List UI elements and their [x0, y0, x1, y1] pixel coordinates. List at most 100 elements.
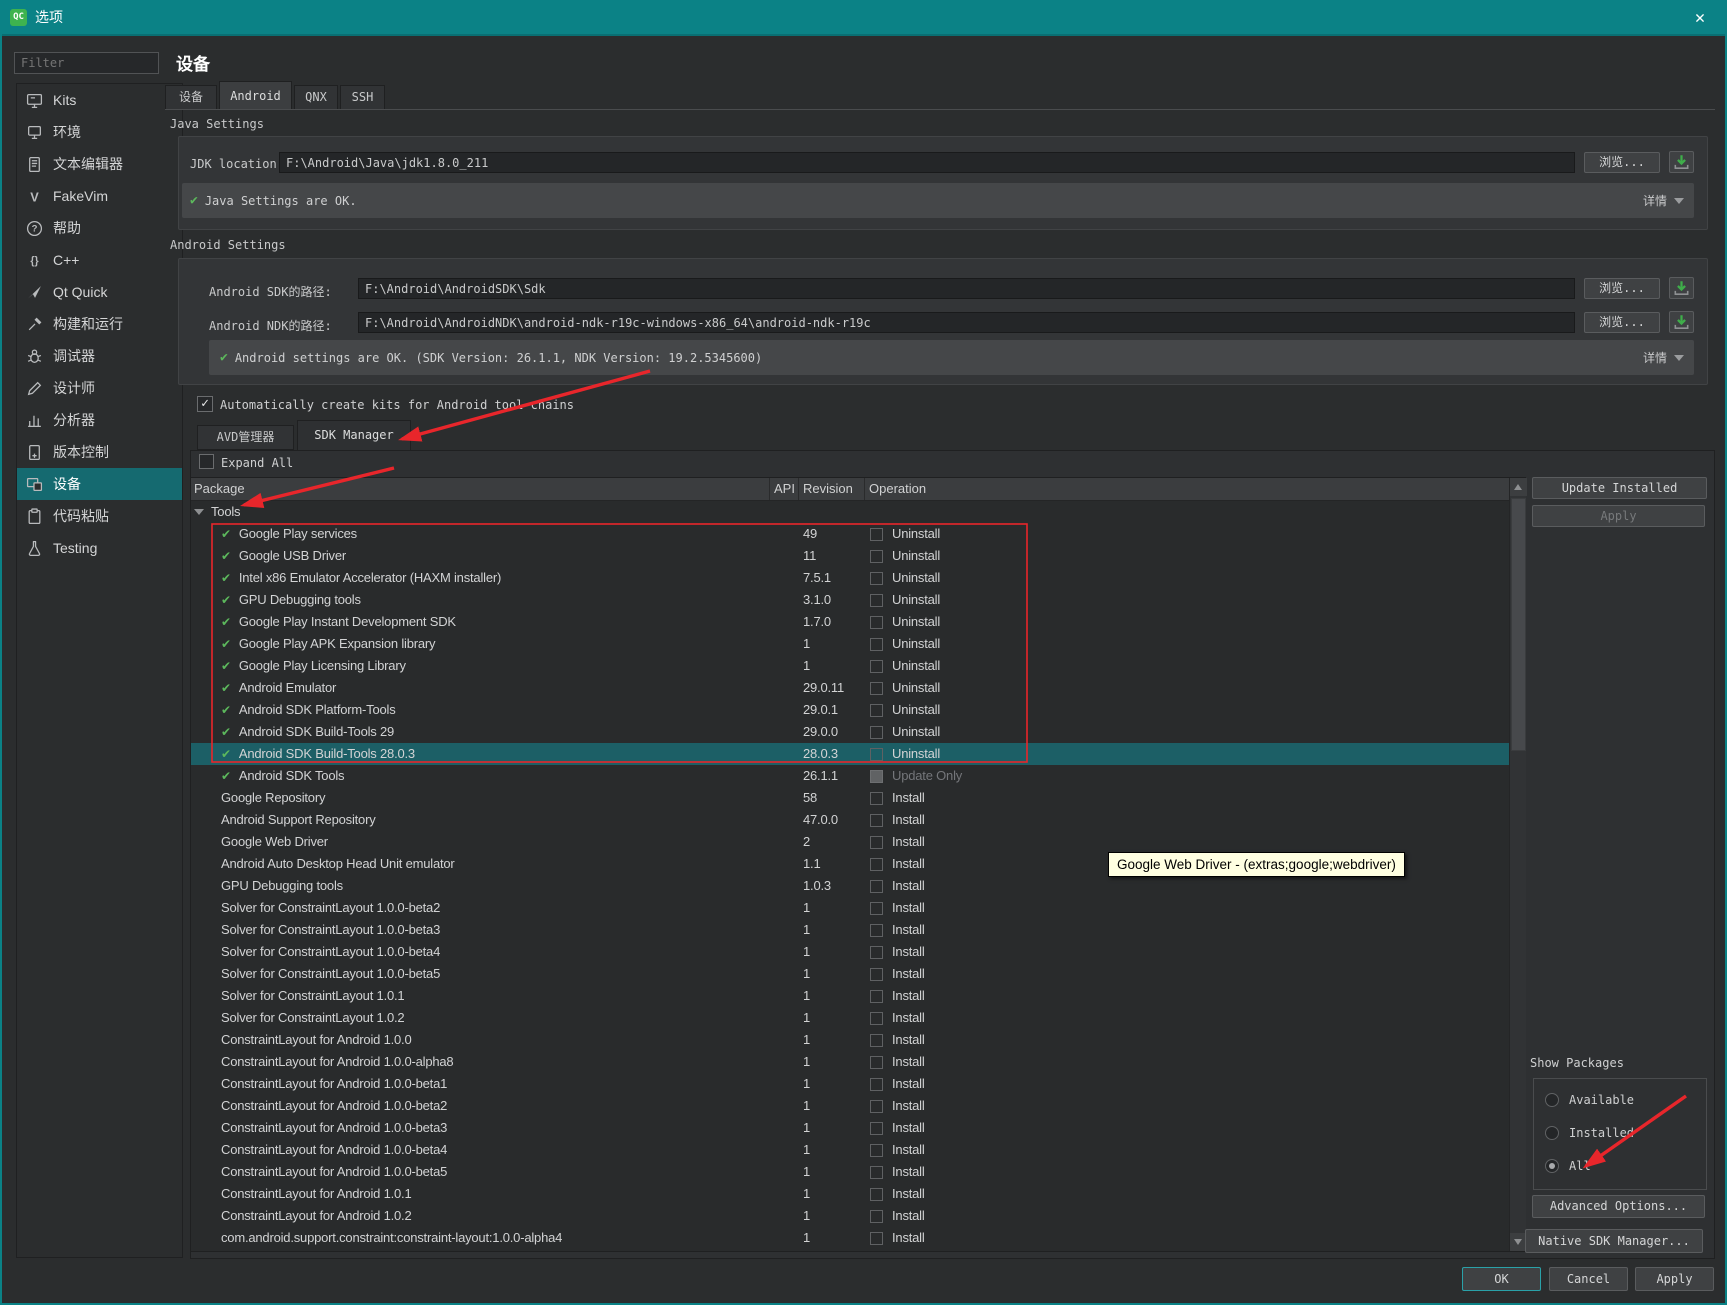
package-row[interactable]: ✔ Google USB Driver 11 Uninstall	[191, 545, 1509, 567]
sidebar-item-FakeVim[interactable]: V FakeVim	[17, 180, 182, 212]
package-row[interactable]: com.android.support.constraint:constrain…	[191, 1227, 1509, 1249]
package-row[interactable]: ✔ Android SDK Build-Tools 29 29.0.0 Unins…	[191, 721, 1509, 743]
sidebar-item-调试器[interactable]: 调试器	[17, 340, 182, 372]
package-row[interactable]: ✔ Android SDK Tools 26.1.1 Update Only	[191, 765, 1509, 787]
operation-checkbox[interactable]	[870, 791, 883, 805]
package-row[interactable]: ✔ GPU Debugging tools 3.1.0 Uninstall	[191, 589, 1509, 611]
operation-checkbox[interactable]	[870, 615, 883, 629]
package-row[interactable]: ConstraintLayout for Android 1.0.2 1 Ins…	[191, 1205, 1509, 1227]
package-row[interactable]: ✔ Google Play APK Expansion library 1 Uni…	[191, 633, 1509, 655]
java-details-dropdown[interactable]: 详情	[1643, 192, 1694, 209]
jdk-download-button[interactable]	[1669, 151, 1694, 173]
apply-packages-button[interactable]: Apply	[1532, 505, 1705, 527]
operation-checkbox[interactable]	[870, 923, 883, 937]
package-row[interactable]: Solver for ConstraintLayout 1.0.0-beta3 …	[191, 919, 1509, 941]
package-row[interactable]: ✔ Google Play Licensing Library 1 Uninsta…	[191, 655, 1509, 677]
expander-icon[interactable]	[194, 509, 204, 515]
operation-checkbox[interactable]	[870, 593, 883, 607]
package-row[interactable]: Android Support Repository 47.0.0 Instal…	[191, 809, 1509, 831]
operation-checkbox[interactable]	[870, 1143, 883, 1157]
radio-All[interactable]: All	[1545, 1159, 1591, 1173]
operation-checkbox[interactable]	[870, 1231, 883, 1245]
sidebar-item-设备[interactable]: 设备	[17, 468, 182, 500]
package-row[interactable]: ✔ Android SDK Platform-Tools 29.0.1 Unins…	[191, 699, 1509, 721]
sidebar-item-代码粘贴[interactable]: 代码粘贴	[17, 500, 182, 532]
operation-checkbox[interactable]	[870, 857, 883, 871]
package-row[interactable]: ConstraintLayout for Android 1.0.0-beta1…	[191, 1073, 1509, 1095]
package-row[interactable]: ConstraintLayout for Android 1.0.0-beta2…	[191, 1095, 1509, 1117]
operation-checkbox[interactable]	[870, 681, 883, 695]
package-row[interactable]: Solver for ConstraintLayout 1.0.0-beta2 …	[191, 897, 1509, 919]
package-row[interactable]: GPU Debugging tools 1.0.3 Install	[191, 875, 1509, 897]
jdk-location-input[interactable]	[279, 152, 1575, 173]
operation-checkbox[interactable]	[870, 1055, 883, 1069]
tree-group-row[interactable]: Tools	[191, 501, 1509, 523]
filter-input[interactable]	[14, 52, 159, 74]
operation-checkbox[interactable]	[870, 637, 883, 651]
sdk-path-input[interactable]	[358, 278, 1575, 299]
operation-checkbox[interactable]	[870, 835, 883, 849]
operation-checkbox[interactable]	[870, 1011, 883, 1025]
apply-button[interactable]: Apply	[1635, 1267, 1714, 1291]
vertical-scrollbar[interactable]	[1509, 478, 1527, 1251]
ndk-path-input[interactable]	[358, 312, 1575, 333]
ndk-browse-button[interactable]: 浏览...	[1584, 312, 1660, 333]
operation-checkbox[interactable]	[870, 659, 883, 673]
package-row[interactable]: ✔ Android SDK Build-Tools 28.0.3 28.0.3 U…	[191, 743, 1509, 765]
operation-checkbox[interactable]	[870, 571, 883, 585]
operation-checkbox[interactable]	[870, 747, 883, 761]
package-row[interactable]: ConstraintLayout for Android 1.0.1 1 Ins…	[191, 1183, 1509, 1205]
tab-AVD管理器[interactable]: AVD管理器	[197, 425, 294, 450]
ndk-download-button[interactable]	[1669, 311, 1694, 333]
radio-button-icon[interactable]	[1545, 1159, 1559, 1173]
operation-checkbox[interactable]	[870, 725, 883, 739]
operation-checkbox[interactable]	[870, 1121, 883, 1135]
update-installed-button[interactable]: Update Installed	[1532, 477, 1707, 499]
tab-SSH[interactable]: SSH	[340, 85, 385, 110]
sidebar-item-文本编辑器[interactable]: 文本编辑器	[17, 148, 182, 180]
sidebar-item-Kits[interactable]: Kits	[17, 84, 182, 116]
operation-checkbox[interactable]	[870, 1077, 883, 1091]
operation-checkbox[interactable]	[870, 967, 883, 981]
package-row[interactable]: ✔ Android Emulator 29.0.11 Uninstall	[191, 677, 1509, 699]
jdk-browse-button[interactable]: 浏览...	[1584, 152, 1660, 173]
operation-checkbox[interactable]	[870, 703, 883, 717]
sidebar-item-帮助[interactable]: ? 帮助	[17, 212, 182, 244]
package-row[interactable]: Solver for ConstraintLayout 1.0.0-beta5 …	[191, 963, 1509, 985]
column-package[interactable]: Package	[191, 478, 769, 500]
operation-checkbox[interactable]	[870, 813, 883, 827]
operation-checkbox[interactable]	[870, 901, 883, 915]
sidebar-item-分析器[interactable]: 分析器	[17, 404, 182, 436]
package-row[interactable]: Solver for ConstraintLayout 1.0.2 1 Inst…	[191, 1007, 1509, 1029]
scrollbar-thumb[interactable]	[1511, 498, 1526, 751]
package-row[interactable]: ConstraintLayout for Android 1.0.0-beta4…	[191, 1139, 1509, 1161]
operation-checkbox[interactable]	[870, 1165, 883, 1179]
operation-checkbox[interactable]	[870, 1187, 883, 1201]
sdk-browse-button[interactable]: 浏览...	[1584, 278, 1660, 299]
radio-Available[interactable]: Available	[1545, 1093, 1634, 1107]
package-row[interactable]: ✔ Google Play Instant Development SDK 1.7…	[191, 611, 1509, 633]
package-row[interactable]: ConstraintLayout for Android 1.0.0 1 Ins…	[191, 1029, 1509, 1051]
tab-设备[interactable]: 设备	[165, 85, 217, 110]
operation-checkbox[interactable]	[870, 945, 883, 959]
sidebar-item-Testing[interactable]: Testing	[17, 532, 182, 564]
operation-checkbox[interactable]	[870, 879, 883, 893]
sidebar-item-版本控制[interactable]: 版本控制	[17, 436, 182, 468]
sidebar-item-C++[interactable]: {} C++	[17, 244, 182, 276]
advanced-options-button[interactable]: Advanced Options...	[1532, 1195, 1705, 1218]
package-row[interactable]: ✔ Google Play services 49 Uninstall	[191, 523, 1509, 545]
sdk-download-button[interactable]	[1669, 277, 1694, 299]
native-sdk-manager-button[interactable]: Native SDK Manager...	[1525, 1229, 1703, 1253]
column-api[interactable]: API	[769, 478, 798, 500]
auto-kits-checkbox[interactable]	[197, 396, 213, 412]
android-details-dropdown[interactable]: 详情	[1643, 349, 1694, 366]
tab-SDK Manager[interactable]: SDK Manager	[297, 420, 411, 450]
column-revision[interactable]: Revision	[798, 478, 864, 500]
operation-checkbox[interactable]	[870, 1099, 883, 1113]
radio-button-icon[interactable]	[1545, 1093, 1559, 1107]
operation-checkbox[interactable]	[870, 1209, 883, 1223]
radio-button-icon[interactable]	[1545, 1126, 1559, 1140]
operation-checkbox[interactable]	[870, 549, 883, 563]
ok-button[interactable]: OK	[1462, 1267, 1541, 1291]
expand-all-checkbox[interactable]	[199, 454, 214, 469]
